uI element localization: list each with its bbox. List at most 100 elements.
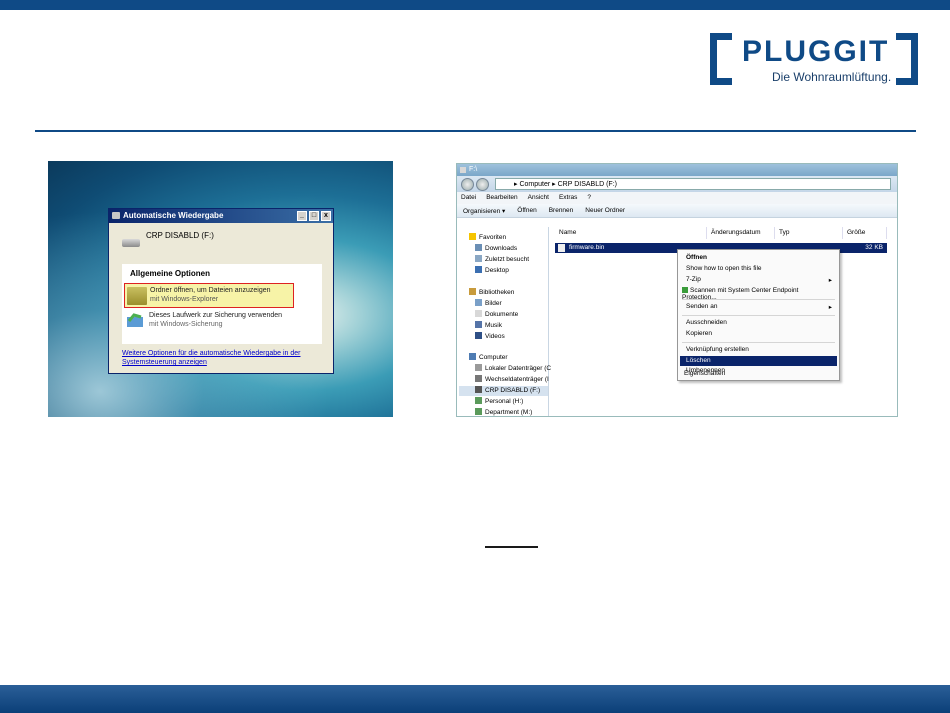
ctx-properties[interactable]: Eigenschaften <box>684 370 834 380</box>
nav-music[interactable]: Musik <box>475 321 502 331</box>
nav-label: Videos <box>485 333 505 340</box>
navigation-pane: Favoriten Downloads Zuletzt besucht Desk… <box>457 227 551 416</box>
ctx-7zip[interactable]: 7-Zip ▸ <box>686 275 836 285</box>
nav-favorites[interactable]: Favoriten <box>469 233 506 243</box>
folder-icon <box>127 287 147 305</box>
menu-help[interactable]: ? <box>587 194 591 204</box>
pictures-icon <box>475 299 482 306</box>
address-bar: ▸ Computer ▸ CRP DISABLD (F:) <box>457 176 897 192</box>
submenu-arrow-icon: ▸ <box>828 304 832 311</box>
command-bar: Organisieren ▾ Öffnen Brennen Neuer Ordn… <box>457 204 897 218</box>
drive-icon <box>122 239 140 247</box>
autoplay-icon <box>112 212 120 219</box>
network-drive-icon <box>475 397 482 404</box>
column-type[interactable]: Typ <box>775 227 843 239</box>
new-folder-button[interactable]: Neuer Ordner <box>585 207 625 217</box>
nav-drive-h[interactable]: Personal (H:) <box>475 397 523 407</box>
menu-file[interactable]: Datei <box>461 194 476 204</box>
minimize-button[interactable]: _ <box>297 211 307 221</box>
menu-view[interactable]: Ansicht <box>528 194 549 204</box>
ctx-delete[interactable]: Löschen <box>680 356 837 366</box>
column-size[interactable]: Größe <box>843 227 887 239</box>
autoplay-title: Automatische Wiedergabe <box>123 211 224 220</box>
drive-small-icon <box>460 167 466 173</box>
maximize-button[interactable]: □ <box>309 211 319 221</box>
drive-label: CRP DISABLD (F:) <box>146 231 214 240</box>
nav-label: Lokaler Datenträger (C <box>485 365 552 372</box>
ctx-create-shortcut[interactable]: Verknüpfung erstellen <box>686 345 836 355</box>
open-folder-label: Ordner öffnen, um Dateien anzuzeigen <box>150 287 271 294</box>
nav-computer[interactable]: Computer <box>469 353 508 363</box>
file-icon <box>558 244 565 252</box>
nav-documents[interactable]: Dokumente <box>475 310 518 320</box>
ctx-separator <box>682 342 835 343</box>
hard-drive-icon <box>475 364 482 371</box>
submenu-arrow-icon: ▸ <box>828 277 832 284</box>
ctx-cut[interactable]: Ausschneiden <box>686 318 836 328</box>
ctx-show-how[interactable]: Show how to open this file <box>686 264 836 274</box>
open-button[interactable]: Öffnen <box>517 207 536 217</box>
network-drive-icon <box>475 408 482 415</box>
desktop-icon <box>475 266 482 273</box>
ctx-scan[interactable]: Scannen mit System Center Endpoint Prote… <box>682 286 832 301</box>
top-bar <box>0 0 950 10</box>
nav-videos[interactable]: Videos <box>475 332 505 342</box>
more-options-link[interactable]: Weitere Optionen für die automatische Wi… <box>122 349 327 367</box>
nav-desktop[interactable]: Desktop <box>475 266 509 276</box>
close-button[interactable]: x <box>321 211 331 221</box>
slide: PLUGGIT Die Wohnraumlüftung. Automatisch… <box>0 0 950 713</box>
nav-downloads[interactable]: Downloads <box>475 244 517 254</box>
options-panel: Allgemeine Optionen Ordner öffnen, um Da… <box>122 264 322 344</box>
ctx-send-to[interactable]: Senden an ▸ <box>686 302 836 312</box>
menu-edit[interactable]: Bearbeiten <box>486 194 517 204</box>
column-name[interactable]: Name <box>555 227 707 239</box>
computer-icon <box>469 353 476 360</box>
videos-icon <box>475 332 482 339</box>
usb-drive-icon <box>475 386 482 393</box>
explorer-title-bar: F:\ <box>457 164 897 176</box>
logo-bracket-left <box>710 33 732 85</box>
nav-libraries[interactable]: Bibliotheken <box>469 288 514 298</box>
logo-slogan: Die Wohnraumlüftung. <box>772 70 892 84</box>
nav-removable[interactable]: Wechseldatenträger (I <box>475 375 549 385</box>
forward-button[interactable] <box>476 178 489 191</box>
nav-pictures[interactable]: Bilder <box>475 299 502 309</box>
open-folder-option[interactable]: Ordner öffnen, um Dateien anzuzeigen mit… <box>124 283 294 308</box>
autoplay-title-bar: Automatische Wiedergabe _ □ x <box>109 209 333 223</box>
menu-tools[interactable]: Extras <box>559 194 577 204</box>
ctx-open[interactable]: Öffnen <box>686 253 836 263</box>
nav-recent[interactable]: Zuletzt besucht <box>475 255 529 265</box>
back-button[interactable] <box>461 178 474 191</box>
backup-sublabel: mit Windows-Sicherung <box>149 321 223 328</box>
nav-label: Zuletzt besucht <box>485 256 530 263</box>
autoplay-dialog: Automatische Wiedergabe _ □ x CRP DISABL… <box>108 208 334 374</box>
address-field[interactable]: ▸ Computer ▸ CRP DISABLD (F:) <box>495 178 891 190</box>
nav-label: Department (M:) <box>485 409 533 416</box>
removable-drive-icon <box>475 375 482 382</box>
column-modified[interactable]: Änderungsdatum <box>707 227 775 239</box>
music-icon <box>475 321 482 328</box>
ctx-label: 7-Zip <box>686 276 701 283</box>
nav-drive-m[interactable]: Department (M:) <box>475 408 533 416</box>
shield-icon <box>682 287 688 293</box>
backup-label: Dieses Laufwerk zur Sicherung verwenden <box>149 312 283 319</box>
open-folder-sublabel: mit Windows-Explorer <box>150 296 219 303</box>
nav-drive-c[interactable]: Lokaler Datenträger (C <box>475 364 551 374</box>
documents-icon <box>475 310 482 317</box>
nav-label: CRP DISABLD (F:) <box>485 387 541 394</box>
nav-label: Personal (H:) <box>485 398 524 405</box>
nav-label: Musik <box>485 322 502 329</box>
ctx-copy[interactable]: Kopieren <box>686 329 836 339</box>
nav-label: Computer <box>479 354 508 361</box>
nav-drive-f[interactable]: CRP DISABLD (F:) <box>459 386 548 396</box>
library-icon <box>469 288 476 295</box>
logo-name: PLUGGIT <box>742 35 890 68</box>
organize-button[interactable]: Organisieren ▾ <box>463 207 505 217</box>
menu-bar: Datei Bearbeiten Ansicht Extras ? <box>457 192 897 204</box>
file-name: firmware.bin <box>569 244 605 251</box>
backup-option[interactable]: Dieses Laufwerk zur Sicherung verwenden … <box>124 311 314 333</box>
burn-button[interactable]: Brennen <box>549 207 574 217</box>
bottom-bar <box>0 685 950 713</box>
autoplay-screenshot: Automatische Wiedergabe _ □ x CRP DISABL… <box>48 161 393 417</box>
pluggit-logo: PLUGGIT Die Wohnraumlüftung. <box>710 33 918 85</box>
